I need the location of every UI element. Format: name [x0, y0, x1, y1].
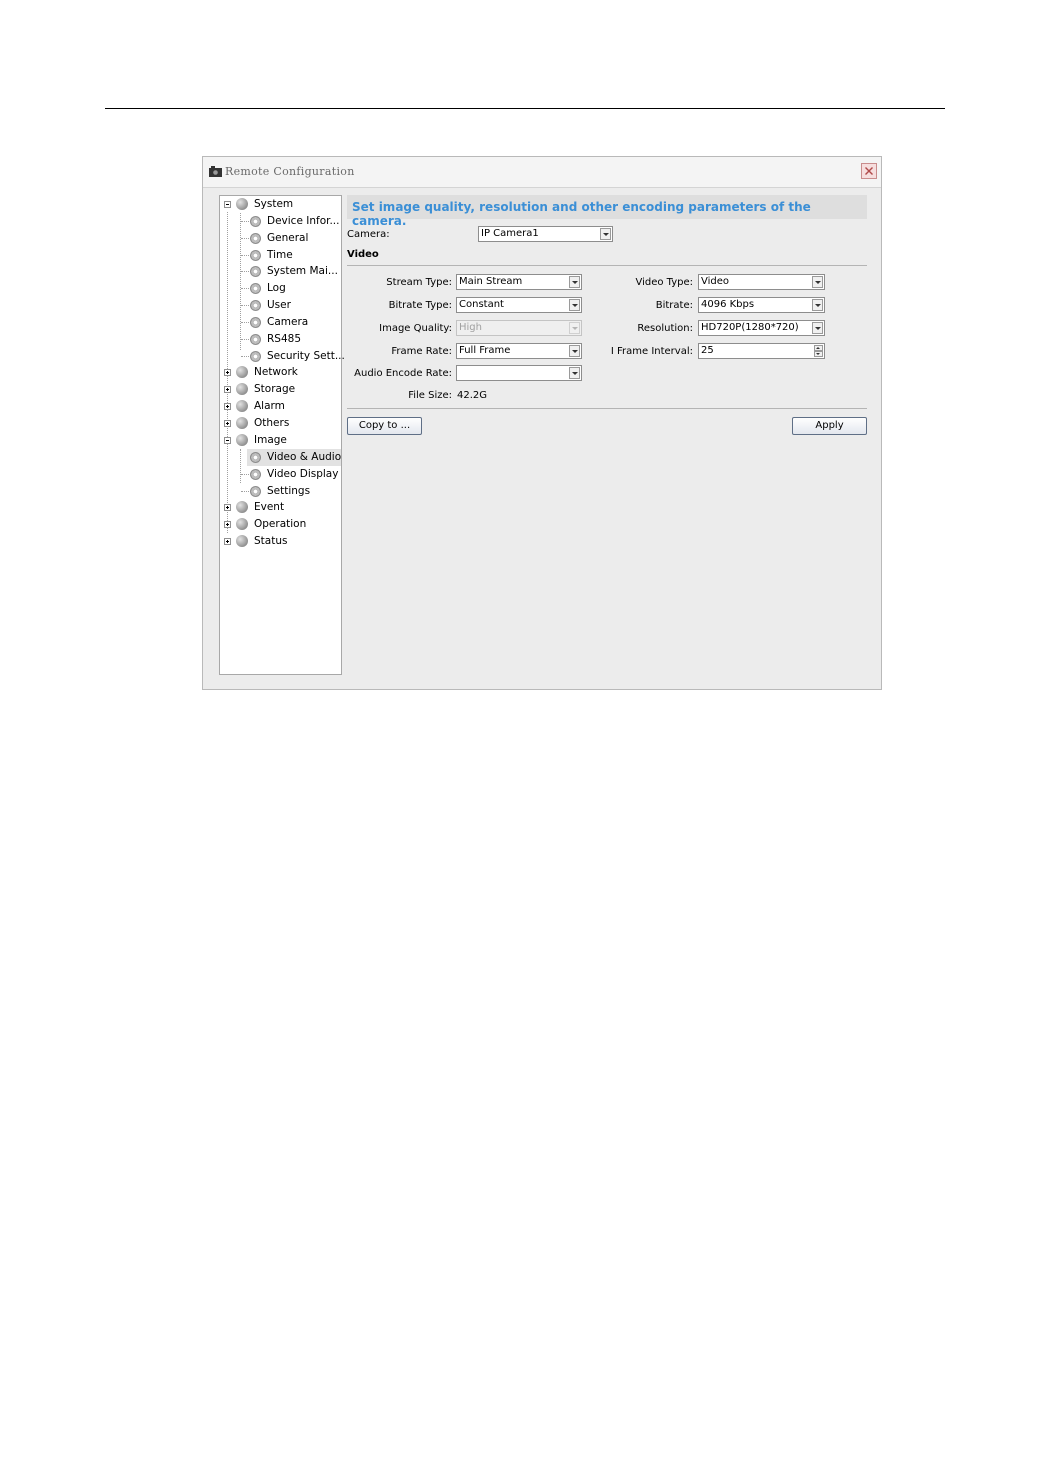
tree-node-device-info[interactable]: Device Infor... [220, 213, 341, 230]
tree-node-general[interactable]: General [220, 230, 341, 247]
description-text: Set image quality, resolution and other … [352, 200, 811, 228]
tree-node-others[interactable]: Others [220, 415, 341, 432]
tree-node-rs485[interactable]: RS485 [220, 331, 341, 348]
tree-node-time[interactable]: Time [220, 247, 341, 264]
file-size-value: 42.2G [457, 390, 488, 401]
gear-icon [250, 300, 261, 311]
bitrate-type-label: Bitrate Type: [388, 300, 452, 311]
tree-node-security-settings[interactable]: Security Sett... [220, 348, 345, 365]
tree-node-alarm[interactable]: Alarm [220, 398, 341, 415]
camera-select[interactable]: IP Camera1 [478, 226, 613, 242]
globe-icon [236, 501, 248, 513]
apply-button[interactable]: Apply [792, 417, 867, 435]
tree-node-storage[interactable]: Storage [220, 381, 341, 398]
chevron-down-icon[interactable] [812, 322, 823, 334]
resolution-select[interactable]: HD720P(1280*720) [698, 320, 825, 336]
gear-icon [250, 216, 261, 227]
tree-node-image[interactable]: Image [220, 432, 341, 449]
chevron-down-icon[interactable] [569, 276, 580, 288]
close-icon [865, 167, 873, 175]
config-tree: System Device Infor... General Time Syst… [219, 195, 345, 675]
audio-encode-rate-select[interactable] [456, 365, 582, 381]
tree-node-network[interactable]: Network [220, 364, 341, 381]
expand-icon[interactable] [224, 521, 231, 528]
tree-node-log[interactable]: Log [220, 280, 341, 297]
file-size-label: File Size: [408, 390, 452, 401]
i-frame-interval-spinner[interactable]: 25 [698, 343, 825, 359]
buttons-divider [347, 408, 867, 409]
globe-icon [236, 535, 248, 547]
gear-icon [250, 233, 261, 244]
window-title: Remote Configuration [225, 165, 355, 178]
gear-icon [250, 351, 261, 362]
collapse-icon[interactable] [224, 437, 231, 444]
chevron-down-icon [569, 322, 580, 334]
chevron-down-icon[interactable] [569, 345, 580, 357]
gear-icon [250, 317, 261, 328]
expand-icon[interactable] [224, 504, 231, 511]
expand-icon[interactable] [224, 538, 231, 545]
stream-type-select[interactable]: Main Stream [456, 274, 582, 290]
gear-icon [250, 266, 261, 277]
collapse-icon[interactable] [224, 201, 231, 208]
gear-icon [250, 452, 261, 463]
tree-node-user[interactable]: User [220, 297, 341, 314]
expand-icon[interactable] [224, 420, 231, 427]
tree-node-video-audio[interactable]: Video & Audio [247, 449, 341, 466]
image-quality-label: Image Quality: [379, 323, 452, 334]
tree-node-event[interactable]: Event [220, 499, 341, 516]
frame-rate-select[interactable]: Full Frame [456, 343, 582, 359]
tree-node-settings[interactable]: Settings [220, 483, 341, 500]
image-quality-select: High [456, 320, 582, 336]
globe-icon [236, 383, 248, 395]
bitrate-label: Bitrate: [655, 300, 693, 311]
camera-label: Camera: [347, 229, 390, 240]
tree-node-system[interactable]: System [220, 196, 341, 213]
page-header-rule [105, 108, 945, 109]
tree-node-system-maintenance[interactable]: System Mai... [220, 263, 341, 280]
close-button[interactable] [861, 163, 877, 179]
globe-icon [236, 198, 248, 210]
description-banner: Set image quality, resolution and other … [347, 195, 867, 228]
expand-icon[interactable] [224, 403, 231, 410]
gear-icon [250, 469, 261, 480]
globe-icon [236, 366, 248, 378]
section-title-video: Video [347, 249, 379, 260]
expand-icon[interactable] [224, 386, 231, 393]
gear-icon [250, 283, 261, 294]
chevron-down-icon[interactable] [569, 299, 580, 311]
stream-type-label: Stream Type: [386, 277, 452, 288]
title-bar[interactable]: Remote Configuration [203, 157, 881, 188]
chevron-down-icon[interactable] [569, 367, 580, 379]
bitrate-select[interactable]: 4096 Kbps [698, 297, 825, 313]
chevron-down-icon[interactable] [812, 276, 823, 288]
remote-configuration-window: Remote Configuration System Device Infor… [202, 156, 882, 690]
frame-rate-label: Frame Rate: [391, 346, 452, 357]
tree-node-camera[interactable]: Camera [220, 314, 341, 331]
chevron-down-icon[interactable] [812, 299, 823, 311]
globe-icon [236, 518, 248, 530]
tree-node-status[interactable]: Status [220, 533, 341, 550]
chevron-down-icon[interactable] [600, 228, 611, 240]
spin-down-icon[interactable] [814, 351, 823, 357]
app-icon [209, 166, 222, 177]
copy-to-button[interactable]: Copy to ... [347, 417, 422, 435]
resolution-label: Resolution: [637, 323, 693, 334]
gear-icon [250, 250, 261, 261]
video-type-select[interactable]: Video [698, 274, 825, 290]
video-type-label: Video Type: [635, 277, 693, 288]
audio-encode-rate-label: Audio Encode Rate: [354, 368, 452, 379]
i-frame-interval-label: I Frame Interval: [610, 346, 693, 357]
tree-node-video-display[interactable]: Video Display [220, 466, 341, 483]
expand-icon[interactable] [224, 369, 231, 376]
section-divider [347, 265, 867, 266]
tree-node-operation[interactable]: Operation [220, 516, 341, 533]
globe-icon [236, 417, 248, 429]
globe-icon [236, 434, 248, 446]
globe-icon [236, 400, 248, 412]
gear-icon [250, 486, 261, 497]
gear-icon [250, 334, 261, 345]
bitrate-type-select[interactable]: Constant [456, 297, 582, 313]
